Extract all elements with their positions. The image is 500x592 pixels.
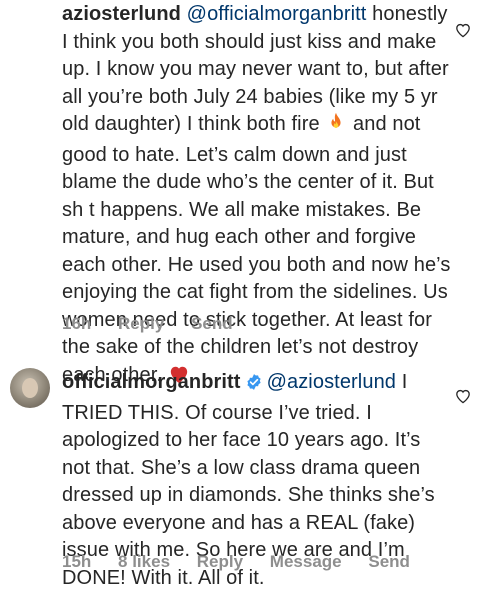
mention-link[interactable]: @aziosterlund: [267, 371, 396, 393]
comment-username[interactable]: officialmorganbritt: [62, 371, 241, 393]
comment-time: 16h: [62, 314, 92, 333]
reply-button[interactable]: Reply: [197, 552, 243, 571]
like-heart-icon[interactable]: [454, 388, 472, 404]
verified-badge-icon: [245, 372, 263, 400]
fire-emoji-icon: [325, 111, 347, 142]
comment-meta: 16h Reply Send: [62, 314, 255, 334]
send-button[interactable]: Send: [191, 314, 233, 333]
like-heart-icon[interactable]: [454, 22, 472, 38]
avatar[interactable]: [10, 368, 50, 408]
comment-meta: 15h 8 likes Reply Message Send: [62, 552, 432, 572]
send-button[interactable]: Send: [368, 552, 410, 571]
message-button[interactable]: Message: [270, 552, 342, 571]
comment-time: 15h: [62, 552, 92, 571]
comment-username[interactable]: aziosterlund: [62, 3, 181, 25]
mention-link[interactable]: @officialmorganbritt: [187, 3, 367, 25]
likes-count[interactable]: 8 likes: [118, 552, 170, 571]
reply-button[interactable]: Reply: [118, 314, 164, 333]
comment-body-part2: and not good to hate. Let’s calm down an…: [62, 113, 451, 386]
